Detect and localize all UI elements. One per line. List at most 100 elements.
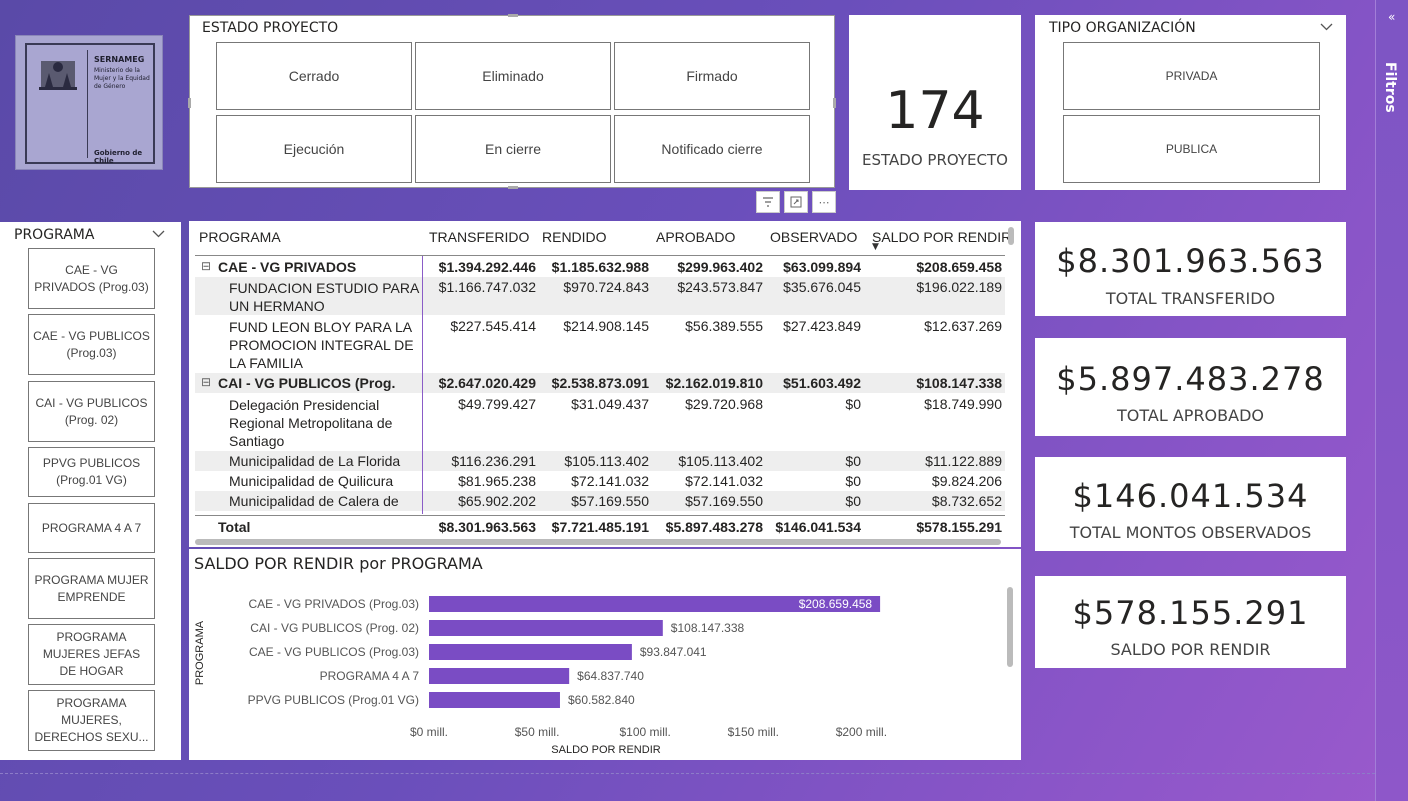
cell-aprobado: $72.141.032	[685, 473, 763, 489]
table-row[interactable]: Municipalidad de Calera de $65.902.202 $…	[195, 491, 1005, 511]
estado-option-eliminado[interactable]: Eliminado	[415, 42, 611, 110]
cell-observado: $35.676.045	[783, 279, 861, 295]
filter-icon[interactable]	[756, 191, 780, 213]
data-label: $93.847.041	[640, 645, 707, 659]
column-header-rendido[interactable]: RENDIDO	[542, 229, 607, 245]
data-label: $60.582.840	[568, 693, 635, 707]
resize-handle-bottom[interactable]	[508, 186, 518, 189]
estado-option-en-cierre[interactable]: En cierre	[415, 115, 611, 183]
horizontal-scrollbar[interactable]	[195, 539, 1001, 545]
x-tick-label: $50 mill.	[515, 725, 560, 739]
programa-option[interactable]: PROGRAMA MUJER EMPRENDE	[28, 558, 155, 619]
kpi-value: $5.897.483.278	[1056, 360, 1325, 398]
table-row[interactable]: FUND LEON BLOY PARA LA PROMOCION INTEGRA…	[195, 316, 1005, 372]
logo-title: SERNAMEG	[94, 55, 145, 64]
total-aprobado: $5.897.483.278	[665, 519, 763, 535]
bar[interactable]	[429, 644, 632, 660]
collapse-icon[interactable]: ⊟	[201, 259, 211, 273]
cell-aprobado: $243.573.847	[677, 279, 763, 295]
kpi-label: TOTAL APROBADO	[1117, 406, 1264, 425]
kpi-card-aprobado: $5.897.483.278 TOTAL APROBADO	[1035, 338, 1346, 436]
cell-rendido: $105.113.402	[564, 453, 649, 469]
programa-option[interactable]: CAE - VG PRIVADOS (Prog.03)	[28, 248, 155, 309]
cell-transferido: $49.799.427	[458, 396, 536, 412]
table-total-row: Total $8.301.963.563 $7.721.485.191 $5.8…	[195, 515, 1005, 537]
chevron-down-icon[interactable]	[152, 230, 165, 238]
kpi-label: TOTAL MONTOS OBSERVADOS	[1069, 523, 1312, 542]
tipo-option-publica[interactable]: PUBLICA	[1063, 115, 1320, 183]
kpi-card-transferido: $8.301.963.563 TOTAL TRANSFERIDO	[1035, 222, 1346, 316]
programa-option[interactable]: CAI - VG PUBLICOS (Prog. 02)	[28, 381, 155, 442]
cell-transferido: $81.965.238	[458, 473, 536, 489]
estado-slicer-title: ESTADO PROYECTO	[202, 20, 339, 36]
table-row[interactable]: Municipalidad de La Florida $116.236.291…	[195, 451, 1005, 471]
cell-aprobado: $299.963.402	[677, 259, 763, 275]
cell-observado: $0	[845, 453, 861, 469]
expand-chevron-icon[interactable]: «	[1388, 10, 1395, 24]
kpi-label: TOTAL TRANSFERIDO	[1105, 289, 1276, 308]
cell-observado: $63.099.894	[783, 259, 861, 275]
bar-chart-svg: CAE - VG PRIVADOS (Prog.03) $208.659.458 C…	[194, 596, 887, 756]
resize-handle-left[interactable]	[188, 98, 191, 108]
chevron-down-icon[interactable]	[1320, 23, 1333, 31]
data-label: $108.147.338	[671, 621, 745, 635]
tipo-slicer-title: TIPO ORGANIZACIÓN	[1049, 20, 1196, 36]
column-header-aprobado[interactable]: APROBADO	[656, 229, 735, 245]
programa-option[interactable]: CAE - VG PUBLICOS (Prog.03)	[28, 314, 155, 375]
resize-handle-top[interactable]	[508, 14, 518, 17]
table-row[interactable]: Delegación Presidencial Regional Metropo…	[195, 394, 1005, 450]
kpi-card-observados: $146.041.534 TOTAL MONTOS OBSERVADOS	[1035, 457, 1346, 551]
cell-aprobado: $29.720.968	[685, 396, 763, 412]
row-label: CAE - VG PRIVADOS	[218, 259, 357, 275]
estado-option-firmado[interactable]: Firmado	[614, 42, 810, 110]
column-header-programa[interactable]: PROGRAMA	[199, 229, 281, 245]
cell-observado: $27.423.849	[783, 318, 861, 334]
estado-option-ejecucion[interactable]: Ejecución	[216, 115, 412, 183]
cell-saldo: $12.637.269	[924, 318, 1002, 334]
table-row[interactable]: FUNDACION ESTUDIO PARA UN HERMANO $1.166…	[195, 277, 1005, 315]
category-tick-label: CAE - VG PRIVADOS (Prog.03)	[249, 597, 420, 611]
bar[interactable]	[429, 692, 560, 708]
programa-slicer: PROGRAMA CAE - VG PRIVADOS (Prog.03) CAE…	[0, 222, 181, 760]
x-tick-label: $200 mill.	[836, 725, 887, 739]
estado-count-value: 174	[885, 81, 985, 141]
vertical-scrollbar[interactable]	[1008, 227, 1014, 245]
column-header-saldo-por-rendir[interactable]: SALDO POR RENDIR	[872, 229, 1011, 245]
row-label: FUND LEON BLOY PARA LA PROMOCION INTEGRA…	[229, 319, 414, 371]
cell-aprobado: $2.162.019.810	[665, 375, 763, 391]
kpi-value: $8.301.963.563	[1056, 242, 1325, 280]
more-options-icon[interactable]: ⋯	[812, 191, 836, 213]
cell-saldo: $208.659.458	[916, 259, 1002, 275]
cell-saldo: $8.732.652	[931, 493, 1002, 509]
cell-transferido: $1.166.747.032	[438, 279, 536, 295]
chart-scrollbar[interactable]	[1007, 587, 1013, 667]
estado-option-notificado-cierre[interactable]: Notificado cierre	[614, 115, 810, 183]
saldo-por-rendir-chart: SALDO POR RENDIR por PROGRAMA CAE - VG P…	[189, 549, 1021, 760]
programa-slicer-title: PROGRAMA	[14, 227, 95, 243]
bar[interactable]	[429, 620, 663, 636]
total-observado: $146.041.534	[775, 519, 861, 535]
total-rendido: $7.721.485.191	[551, 519, 649, 535]
bar[interactable]	[429, 668, 570, 684]
estado-option-cerrado[interactable]: Cerrado	[216, 42, 412, 110]
collapse-icon[interactable]: ⊟	[201, 375, 211, 389]
column-header-observado[interactable]: OBSERVADO	[770, 229, 857, 245]
total-transferido: $8.301.963.563	[438, 519, 536, 535]
resize-handle-right[interactable]	[833, 98, 836, 108]
programa-option[interactable]: PROGRAMA MUJERES JEFAS DE HOGAR	[28, 624, 155, 685]
y-axis-title: PROGRAMA	[194, 620, 206, 685]
programa-option[interactable]: PROGRAMA 4 A 7	[28, 503, 155, 553]
programa-option[interactable]: PPVG PUBLICOS (Prog.01 VG)	[28, 447, 155, 497]
row-label: CAI - VG PUBLICOS (Prog.	[218, 375, 396, 391]
cell-observado: $0	[845, 473, 861, 489]
tipo-option-privada[interactable]: PRIVADA	[1063, 42, 1320, 110]
column-header-transferido[interactable]: TRANSFERIDO	[429, 229, 529, 245]
table-row[interactable]: ⊟ CAI - VG PUBLICOS (Prog. $2.647.020.42…	[195, 373, 1005, 393]
filters-pane-collapsed[interactable]: « Filtros	[1375, 0, 1408, 801]
table-row[interactable]: ⊟ CAE - VG PRIVADOS $1.394.292.446 $1.18…	[195, 257, 1005, 277]
data-label: $64.837.740	[577, 669, 644, 683]
programa-option[interactable]: PROGRAMA MUJERES, DERECHOS SEXU...	[28, 690, 155, 751]
cell-rendido: $1.185.632.988	[551, 259, 649, 275]
focus-mode-icon[interactable]	[784, 191, 808, 213]
table-row[interactable]: Municipalidad de Quilicura $81.965.238 $…	[195, 471, 1005, 491]
